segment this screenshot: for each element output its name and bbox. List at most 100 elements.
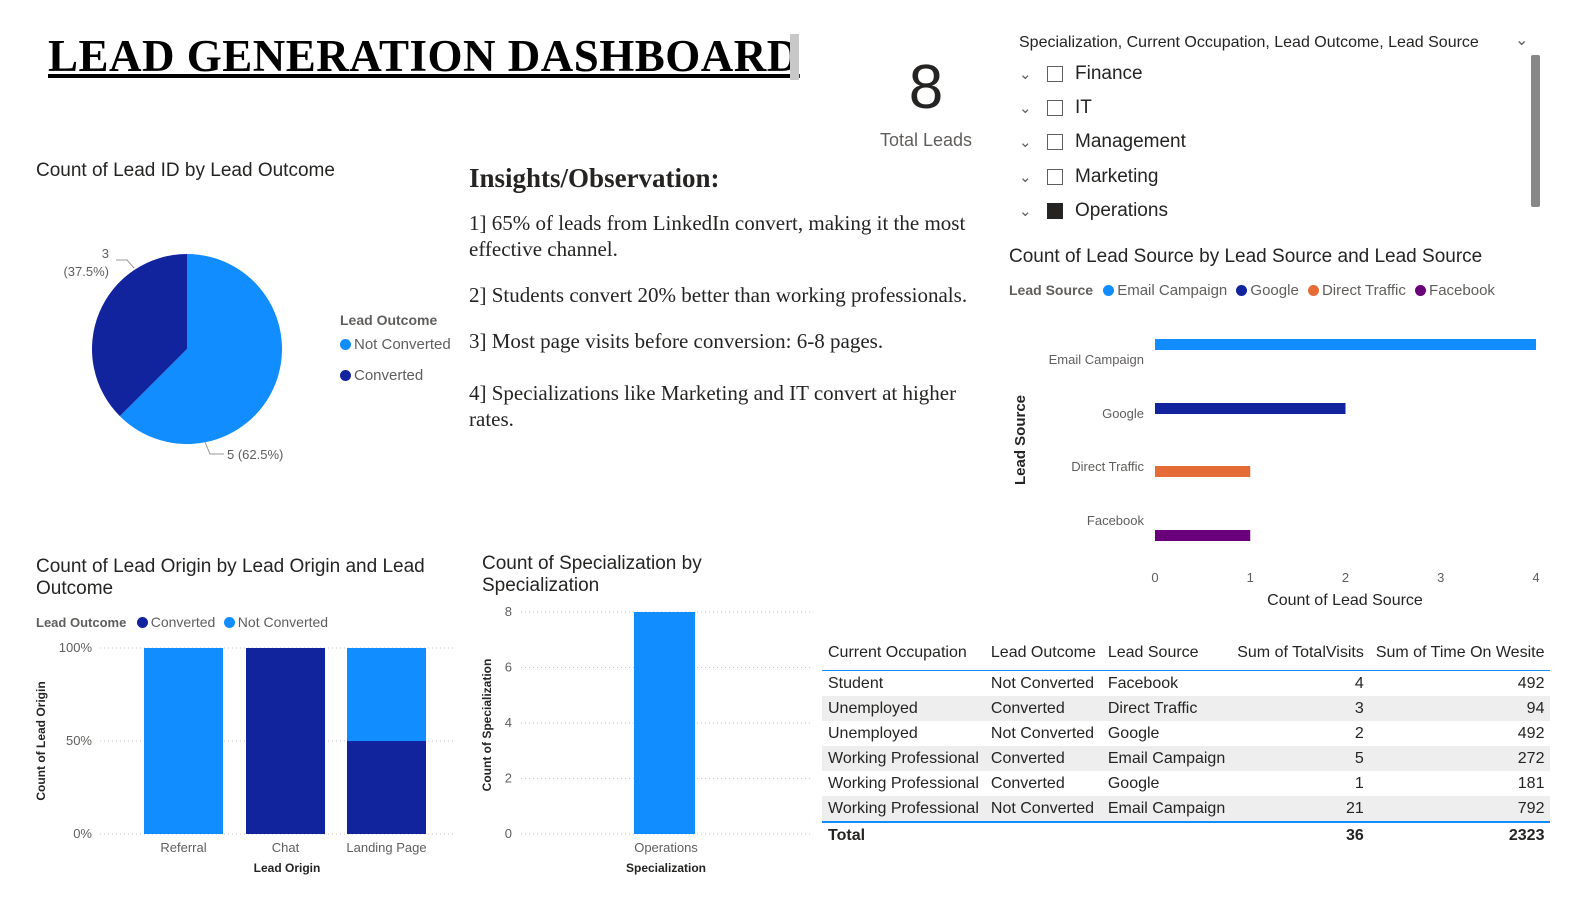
pie-legend-not-converted[interactable]: Not Converted [340, 336, 451, 353]
pie-data-label-converted-count: 3 [102, 246, 109, 261]
column-header-current-occupation[interactable]: Current Occupation [822, 640, 985, 671]
y-tick-label: 2 [505, 771, 512, 786]
table-cell: 21 [1346, 799, 1364, 817]
lead-source-x-axis-title: Count of Lead Source [1267, 592, 1423, 609]
total-leads-label: Total Leads [879, 130, 973, 150]
table-total-visits: 36 [1346, 826, 1364, 844]
table-cell: Email Campaign [1107, 799, 1226, 817]
slicer-item-it[interactable]: ⌄ IT [1019, 93, 1092, 123]
bar-google[interactable] [1155, 403, 1346, 414]
expand-chevron-icon[interactable]: ⌄ [1019, 99, 1047, 117]
x-tick-label: 2 [1342, 570, 1349, 585]
y-tick-label: 0% [73, 826, 92, 841]
column-header-total-visits[interactable]: Sum of TotalVisits [1231, 640, 1370, 671]
table-cell: 181 [1517, 774, 1545, 792]
table-row: Student Not Converted Facebook 4 492 [822, 671, 1550, 697]
legend-dot [1307, 285, 1319, 296]
insight-item: 2] Students convert 20% better than work… [469, 283, 968, 307]
legend-item-not-converted[interactable]: Not Converted [223, 614, 329, 630]
legend-label: Email Campaign [1117, 282, 1228, 299]
slicer-item-management[interactable]: ⌄ Management [1019, 127, 1186, 157]
legend-label: Not Converted [237, 614, 329, 630]
pie-data-label-not-converted: 5 (62.5%) [227, 447, 283, 462]
lead-origin-x-axis-title: Lead Origin [254, 861, 321, 875]
legend-label: Not Converted [354, 336, 451, 353]
slicer-scrollbar[interactable] [1531, 55, 1540, 207]
bar-referral-not-converted[interactable] [144, 648, 223, 834]
legend-label: Converted [354, 367, 424, 384]
column-header-time-on-website[interactable]: Sum of Time On Wesite [1370, 640, 1551, 671]
checkbox[interactable] [1047, 100, 1063, 116]
legend-item-converted[interactable]: Converted [136, 614, 215, 630]
bar-email-campaign[interactable] [1155, 339, 1536, 350]
lead-origin-chart-title: Count of Lead Origin by Lead Origin and … [36, 556, 425, 599]
legend-dot [340, 339, 351, 350]
bar-facebook[interactable] [1155, 530, 1251, 541]
checkbox-checked[interactable] [1047, 203, 1063, 219]
legend-item-facebook[interactable]: Facebook [1415, 282, 1495, 299]
bar-chat-converted[interactable] [246, 648, 325, 834]
y-tick-label: 6 [505, 660, 512, 675]
y-tick-label: 50% [66, 733, 92, 748]
table-cell: 3 [1354, 699, 1364, 717]
table-cell: Not Converted [990, 674, 1095, 692]
expand-chevron-icon[interactable]: ⌄ [1019, 202, 1047, 220]
lead-source-bar-chart[interactable]: Lead Source Count of Lead Source Email C… [1000, 320, 1560, 615]
table-cell: 2 [1354, 724, 1364, 742]
table-total-time: 2323 [1508, 826, 1545, 844]
y-tick-label: 4 [505, 715, 512, 730]
expand-chevron-icon[interactable]: ⌄ [1019, 133, 1047, 151]
bar-direct-traffic[interactable] [1155, 466, 1251, 477]
legend-dot [340, 370, 351, 381]
table-cell: Working Professional [828, 749, 979, 767]
insight-item: 3] Most page visits before conversion: 6… [469, 329, 884, 353]
legend-label: Google [1250, 282, 1299, 299]
lead-details-table: Current Occupation Lead Outcome Lead Sou… [822, 640, 1551, 848]
y-tick-label: 100% [59, 640, 93, 655]
legend-item-email-campaign[interactable]: Email Campaign [1103, 282, 1227, 299]
bar-landing-page-converted[interactable] [347, 741, 426, 834]
table-cell: Converted [990, 699, 1065, 717]
expand-chevron-icon[interactable]: ⌄ [1019, 168, 1047, 186]
table-cell: Unemployed [828, 699, 918, 717]
slicer-item-marketing[interactable]: ⌄ Marketing [1019, 162, 1158, 192]
table-row: Working Professional Not Converted Email… [822, 796, 1551, 822]
slicer-item-operations[interactable]: ⌄ Operations [1019, 196, 1168, 226]
pie-legend-converted[interactable]: Converted [340, 367, 423, 384]
slicer-item-label: Marketing [1075, 166, 1159, 187]
pie-chart[interactable]: 3 (37.5%) 5 (62.5%) [30, 230, 350, 480]
slicer-item-finance[interactable]: ⌄ Finance [1019, 59, 1143, 89]
y-tick-label: Email Campaign [1049, 352, 1144, 367]
checkbox[interactable] [1047, 66, 1063, 82]
chevron-down-icon[interactable]: ⌄ [1515, 30, 1528, 50]
column-header-lead-outcome[interactable]: Lead Outcome [985, 640, 1102, 671]
table-cell [985, 822, 1102, 848]
x-tick-label: 3 [1437, 570, 1444, 585]
bar-operations[interactable] [634, 612, 695, 834]
legend-dot [136, 617, 148, 628]
table-cell: Not Converted [990, 724, 1095, 742]
legend-item-direct-traffic[interactable]: Direct Traffic [1307, 282, 1406, 299]
table-total-row: Total 36 2323 [822, 822, 1551, 848]
specialization-x-axis-title: Specialization [626, 861, 706, 875]
slicer-item-label: Management [1075, 131, 1186, 152]
pie-data-label-converted-pct: (37.5%) [63, 264, 109, 279]
legend-label: Facebook [1429, 282, 1495, 299]
slicer-item-label: IT [1075, 97, 1092, 118]
insights-heading: Insights/Observation: [469, 163, 720, 193]
table-cell: Converted [990, 774, 1065, 792]
pie-leader-line-converted [116, 259, 135, 269]
bar-landing-page-not-converted[interactable] [347, 648, 426, 741]
specialization-bar-chart[interactable]: Count of Specialization Specialization 0… [476, 600, 816, 881]
table-cell: Unemployed [828, 724, 918, 742]
insight-item: 4] Specializations like Marketing and IT… [469, 381, 957, 431]
lead-source-legend-title: Lead Source [1009, 282, 1094, 298]
checkbox[interactable] [1047, 169, 1063, 185]
column-header-lead-source[interactable]: Lead Source [1102, 640, 1231, 671]
checkbox[interactable] [1047, 134, 1063, 150]
expand-chevron-icon[interactable]: ⌄ [1019, 65, 1047, 83]
legend-item-google[interactable]: Google [1236, 282, 1299, 299]
insights-panel: Insights/Observation: 1] 65% of leads fr… [469, 163, 969, 452]
lead-origin-bar-chart[interactable]: Count of Lead Origin Lead Origin 0% 50% 10… [30, 636, 460, 881]
insight-item: 1] 65% of leads from LinkedIn convert, m… [469, 211, 966, 261]
